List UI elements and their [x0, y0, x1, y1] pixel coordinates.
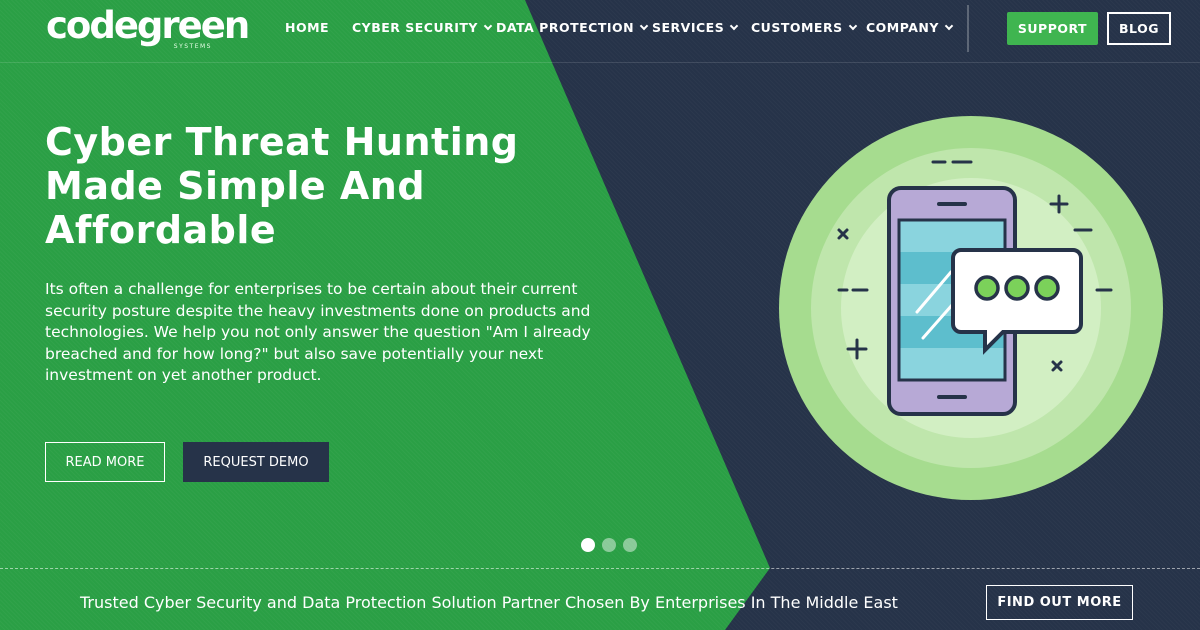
nav-item-label: DATA PROTECTION [496, 20, 635, 35]
slider-dot-2[interactable] [602, 538, 616, 552]
slider-dot-1[interactable] [581, 538, 595, 552]
slider-pagination [581, 538, 637, 552]
request-demo-button[interactable]: REQUEST DEMO [183, 442, 329, 482]
chevron-down-icon [729, 21, 739, 30]
slider-dot-3[interactable] [623, 538, 637, 552]
nav-item-services[interactable]: SERVICES [652, 20, 739, 35]
nav-item-label: CYBER SECURITY [352, 20, 478, 35]
logo[interactable]: codegreen SYSTEMS [46, 4, 250, 52]
nav-item-label: HOME [285, 20, 330, 35]
hero-description: Its often a challenge for enterprises to… [45, 280, 591, 384]
nav-divider [967, 5, 969, 52]
header-divider [0, 62, 1200, 63]
chevron-down-icon [483, 21, 493, 30]
read-more-button[interactable]: READ MORE [45, 442, 165, 482]
smartphone-chat-icon [779, 116, 1163, 500]
nav-item-data-protection[interactable]: DATA PROTECTION [496, 20, 649, 35]
chevron-down-icon [848, 21, 857, 30]
chevron-down-icon [639, 21, 649, 30]
page: codegreen SYSTEMS HOME CYBER SECURITY DA… [0, 0, 1200, 630]
logo-tagline: SYSTEMS [173, 43, 212, 50]
hero-title: Cyber Threat Hunting Made Simple And Aff… [45, 120, 565, 252]
nav-item-company[interactable]: COMPANY [866, 20, 954, 35]
nav-item-customers[interactable]: CUSTOMERS [751, 20, 857, 35]
nav-item-home[interactable]: HOME [285, 20, 329, 35]
nav-item-label: SERVICES [652, 20, 725, 35]
hero-title-line: Made Simple And [45, 164, 426, 208]
find-out-more-button[interactable]: FIND OUT MORE [986, 585, 1133, 620]
nav-item-label: COMPANY [866, 20, 939, 35]
support-button[interactable]: SUPPORT [1007, 12, 1098, 45]
trusted-partner-text: Trusted Cyber Security and Data Protecti… [80, 593, 898, 612]
nav-item-cyber-security[interactable]: CYBER SECURITY [352, 20, 493, 35]
dashed-divider [0, 568, 1200, 569]
chevron-down-icon [944, 21, 954, 30]
hero-title-line: Affordable [45, 208, 277, 252]
logo-wordmark: codegreen [46, 4, 250, 47]
site-header: codegreen SYSTEMS HOME CYBER SECURITY DA… [0, 0, 1200, 62]
hero-title-line: Cyber Threat Hunting [45, 120, 519, 164]
nav-item-label: CUSTOMERS [751, 20, 843, 35]
blog-button[interactable]: BLOG [1107, 12, 1171, 45]
